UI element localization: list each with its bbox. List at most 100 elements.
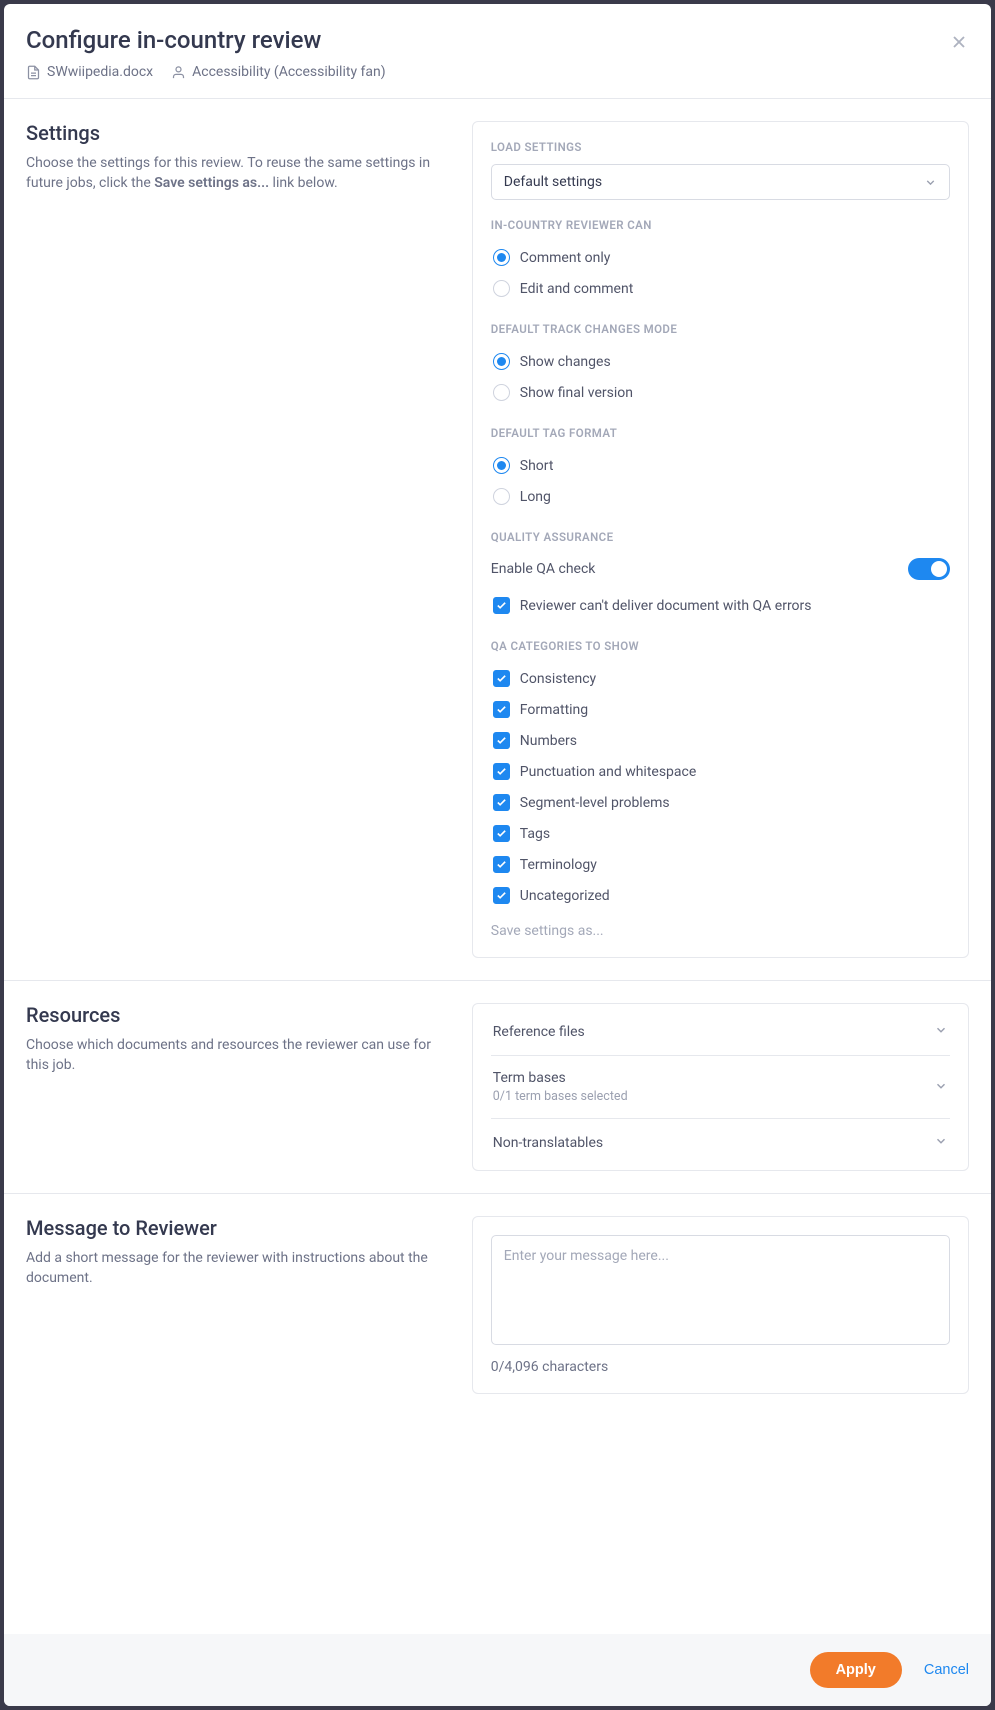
tag-format-label: Long	[520, 489, 551, 505]
qa-category-label: Punctuation and whitespace	[520, 764, 697, 780]
qa-cats-label: QA CATEGORIES TO SHOW	[491, 639, 950, 653]
track-changes-option[interactable]: Show final version	[491, 377, 950, 408]
message-char-count: 0/4,096 characters	[491, 1359, 950, 1375]
chevron-down-icon	[934, 1133, 948, 1152]
radio-icon	[493, 457, 510, 474]
tag-format-label: DEFAULT TAG FORMAT	[491, 426, 950, 440]
settings-panel-wrap: LOAD SETTINGS Default settings IN-COUNTR…	[472, 121, 969, 958]
reviewer-can-option[interactable]: Comment only	[491, 242, 950, 273]
track-changes-label: Show final version	[520, 385, 633, 401]
modal-footer: Apply Cancel	[4, 1634, 991, 1706]
qa-category-label: Consistency	[520, 671, 596, 687]
checkbox-icon	[493, 763, 510, 780]
message-textarea[interactable]	[491, 1235, 950, 1345]
qa-category-label: Uncategorized	[520, 888, 610, 904]
checkbox-icon	[493, 856, 510, 873]
user-icon	[171, 65, 186, 80]
track-changes-option[interactable]: Show changes	[491, 346, 950, 377]
accordion-head: Non-translatables	[493, 1133, 948, 1152]
track-changes-label: DEFAULT TRACK CHANGES MODE	[491, 322, 950, 336]
close-button[interactable]	[949, 32, 969, 52]
qa-category-row[interactable]: Formatting	[491, 694, 950, 725]
radio-icon	[493, 249, 510, 266]
accordion-head: Reference files	[493, 1022, 948, 1041]
document-icon	[26, 65, 41, 80]
load-settings-value: Default settings	[504, 174, 602, 190]
qa-category-label: Tags	[520, 826, 550, 842]
save-settings-link[interactable]: Save settings as...	[491, 911, 950, 939]
chevron-down-icon	[934, 1022, 948, 1041]
resource-accordion-item[interactable]: Reference files	[491, 1008, 950, 1056]
reviewer-can-label: Edit and comment	[520, 281, 634, 297]
settings-desc: Choose the settings for this review. To …	[26, 153, 440, 194]
qa-enable-row: Enable QA check	[491, 554, 950, 590]
qa-category-row[interactable]: Uncategorized	[491, 880, 950, 911]
qa-label: QUALITY ASSURANCE	[491, 530, 950, 544]
modal-body: Settings Choose the settings for this re…	[4, 99, 991, 1634]
qa-enable-toggle[interactable]	[908, 558, 950, 580]
modal-header: Configure in-country review SWwiipedia.d…	[4, 4, 991, 99]
qa-block-checkbox	[493, 597, 510, 614]
qa-category-row[interactable]: Tags	[491, 818, 950, 849]
meta-assignee: Accessibility (Accessibility fan)	[171, 64, 386, 80]
message-info: Message to Reviewer Add a short message …	[26, 1216, 450, 1394]
settings-section: Settings Choose the settings for this re…	[4, 99, 991, 981]
modal: Configure in-country review SWwiipedia.d…	[4, 4, 991, 1706]
settings-info: Settings Choose the settings for this re…	[26, 121, 450, 958]
radio-icon	[493, 353, 510, 370]
qa-category-label: Formatting	[520, 702, 588, 718]
load-settings-select[interactable]: Default settings	[491, 164, 950, 200]
accordion-head: Term bases0/1 term bases selected	[493, 1070, 948, 1104]
qa-category-row[interactable]: Numbers	[491, 725, 950, 756]
reviewer-can-label: IN-COUNTRY REVIEWER CAN	[491, 218, 950, 232]
radio-icon	[493, 384, 510, 401]
checkbox-icon	[493, 887, 510, 904]
tag-format-option[interactable]: Short	[491, 450, 950, 481]
reviewer-can-label: Comment only	[520, 250, 611, 266]
track-changes-list: Show changes Show final version	[491, 346, 950, 408]
assignee-text: Accessibility (Accessibility fan)	[192, 64, 386, 80]
meta-filename: SWwiipedia.docx	[26, 64, 153, 80]
tag-format-label: Short	[520, 458, 554, 474]
radio-icon	[493, 280, 510, 297]
resource-accordion-item[interactable]: Non-translatables	[491, 1119, 950, 1166]
load-settings-label: LOAD SETTINGS	[491, 140, 950, 154]
checkbox-icon	[493, 825, 510, 842]
qa-category-label: Numbers	[520, 733, 577, 749]
resources-desc: Choose which documents and resources the…	[26, 1035, 440, 1076]
accordion-sub: 0/1 term bases selected	[493, 1089, 628, 1104]
message-panel-wrap: 0/4,096 characters	[472, 1216, 969, 1394]
accordion-title: Reference files	[493, 1024, 585, 1040]
cancel-button[interactable]: Cancel	[924, 1662, 969, 1678]
qa-block-row[interactable]: Reviewer can't deliver document with QA …	[491, 590, 950, 621]
qa-enable-label: Enable QA check	[491, 561, 596, 577]
qa-category-row[interactable]: Terminology	[491, 849, 950, 880]
message-title: Message to Reviewer	[26, 1216, 440, 1240]
qa-cats-list: Consistency Formatting Numbers Punctuation …	[491, 663, 950, 911]
settings-title: Settings	[26, 121, 440, 145]
reviewer-can-list: Comment only Edit and comment	[491, 242, 950, 304]
qa-block-label: Reviewer can't deliver document with QA …	[520, 598, 812, 614]
qa-category-label: Segment-level problems	[520, 795, 670, 811]
checkbox-icon	[493, 701, 510, 718]
tag-format-list: Short Long	[491, 450, 950, 512]
reviewer-can-option[interactable]: Edit and comment	[491, 273, 950, 304]
resources-panel: Reference files Term bases0/1 term bases …	[472, 1003, 969, 1171]
resource-accordion-item[interactable]: Term bases0/1 term bases selected	[491, 1056, 950, 1119]
tag-format-option[interactable]: Long	[491, 481, 950, 512]
checkbox-icon	[493, 794, 510, 811]
apply-button[interactable]: Apply	[810, 1652, 902, 1688]
message-section: Message to Reviewer Add a short message …	[4, 1194, 991, 1416]
resources-panel-wrap: Reference files Term bases0/1 term bases …	[472, 1003, 969, 1171]
resources-info: Resources Choose which documents and res…	[26, 1003, 450, 1171]
qa-category-row[interactable]: Consistency	[491, 663, 950, 694]
check-icon	[496, 600, 507, 611]
qa-category-row[interactable]: Punctuation and whitespace	[491, 756, 950, 787]
radio-icon	[493, 488, 510, 505]
close-icon	[949, 32, 969, 52]
checkbox-icon	[493, 670, 510, 687]
resources-section: Resources Choose which documents and res…	[4, 981, 991, 1194]
resources-title: Resources	[26, 1003, 440, 1027]
message-desc: Add a short message for the reviewer wit…	[26, 1248, 440, 1289]
qa-category-row[interactable]: Segment-level problems	[491, 787, 950, 818]
